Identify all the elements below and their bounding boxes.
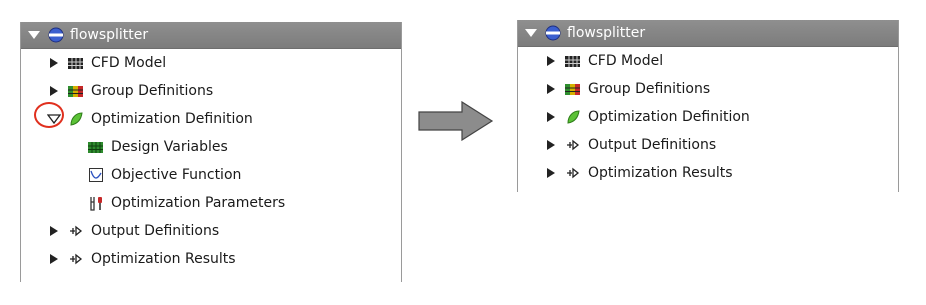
tree-item-output-definitions[interactable]: Output Definitions	[21, 217, 401, 245]
collapsed-toggle-icon[interactable]	[544, 110, 558, 124]
expand-toggle-icon[interactable]	[524, 26, 538, 40]
project-globe-icon	[545, 25, 561, 41]
tools-icon	[90, 197, 102, 211]
tree-item-label: Optimization Parameters	[111, 195, 286, 211]
green-leaf-icon	[567, 110, 580, 124]
expand-toggle-icon[interactable]	[27, 28, 41, 42]
tree-root-row[interactable]: flowsplitter	[518, 20, 898, 47]
tree-item-group-definitions[interactable]: Group Definitions	[21, 77, 401, 105]
tree-item-label: CFD Model	[588, 53, 664, 69]
tree-item-label: Optimization Definition	[91, 111, 253, 127]
tree-item-objective-function[interactable]: Objective Function	[21, 161, 401, 189]
collapsed-toggle-icon[interactable]	[544, 82, 558, 96]
transition-arrow-icon	[418, 101, 494, 141]
tree-item-label: Output Definitions	[588, 137, 717, 153]
tree-root-label: flowsplitter	[70, 27, 149, 43]
tree-item-label: Optimization Definition	[588, 109, 750, 125]
grid-mesh-icon	[565, 56, 580, 67]
function-graph-icon	[89, 168, 103, 182]
tree-item-optimization-parameters[interactable]: Optimization Parameters	[21, 189, 401, 217]
tree-item-optimization-definition[interactable]: Optimization Definition	[21, 105, 401, 133]
project-globe-icon	[48, 27, 64, 43]
tree-item-label: Group Definitions	[91, 83, 214, 99]
tree-item-label: Optimization Results	[588, 165, 733, 181]
output-arrow-icon	[70, 225, 83, 237]
tree-item-label: Design Variables	[111, 139, 228, 155]
tree-item-cfd-model[interactable]: CFD Model	[21, 49, 401, 77]
tree-item-design-variables[interactable]: Design Variables	[21, 133, 401, 161]
grid-mesh-icon	[68, 58, 83, 69]
output-arrow-icon	[567, 167, 580, 179]
collapsed-toggle-icon[interactable]	[47, 84, 61, 98]
tree-item-group-definitions[interactable]: Group Definitions	[518, 75, 898, 103]
collapsed-toggle-icon[interactable]	[47, 224, 61, 238]
tree-item-label: CFD Model	[91, 55, 167, 71]
tree-item-optimization-definition[interactable]: Optimization Definition	[518, 103, 898, 131]
collapsed-toggle-icon[interactable]	[47, 56, 61, 70]
tree-item-label: Output Definitions	[91, 223, 220, 239]
tree-item-output-definitions[interactable]: Output Definitions	[518, 131, 898, 159]
tree-item-label: Objective Function	[111, 167, 242, 183]
left-tree-panel: flowsplitter CFD Model Group Definitions…	[20, 22, 402, 282]
output-arrow-icon	[567, 139, 580, 151]
right-tree-panel: flowsplitter CFD Model Group Definitions…	[517, 20, 899, 192]
tree-item-label: Optimization Results	[91, 251, 236, 267]
colored-mesh-icon	[68, 86, 83, 97]
tree-root-row[interactable]: flowsplitter	[21, 22, 401, 49]
colored-mesh-icon	[565, 84, 580, 95]
tree-item-label: Group Definitions	[588, 81, 711, 97]
collapsed-toggle-icon[interactable]	[47, 252, 61, 266]
tree-item-optimization-results[interactable]: Optimization Results	[518, 159, 898, 187]
collapsed-toggle-icon[interactable]	[544, 54, 558, 68]
collapsed-toggle-icon[interactable]	[544, 138, 558, 152]
tree-item-optimization-results[interactable]: Optimization Results	[21, 245, 401, 273]
tree-item-cfd-model[interactable]: CFD Model	[518, 47, 898, 75]
green-leaf-icon	[70, 112, 83, 126]
green-mesh-icon	[88, 142, 103, 153]
collapsed-toggle-icon[interactable]	[544, 166, 558, 180]
tree-root-label: flowsplitter	[567, 25, 646, 41]
highlight-circle	[34, 102, 64, 128]
output-arrow-icon	[70, 253, 83, 265]
